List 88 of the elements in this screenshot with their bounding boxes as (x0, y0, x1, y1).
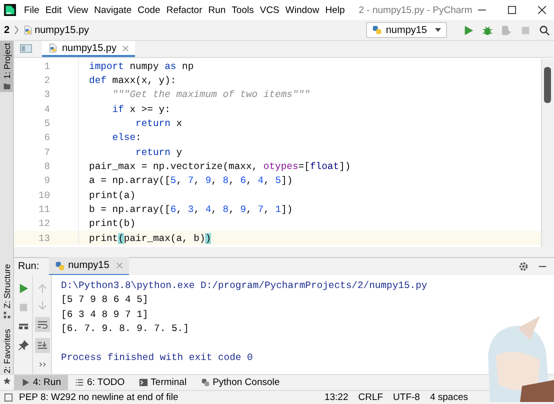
console-line: [5 7 9 8 6 4 5] (61, 293, 150, 308)
search-icon[interactable] (539, 24, 550, 36)
console-line: [6. 7. 9. 8. 9. 7. 5.] (61, 322, 190, 336)
tool-window-tab[interactable]: 6: TODO (68, 375, 132, 390)
python-console-icon (200, 378, 210, 387)
python-file-icon (48, 43, 58, 53)
menu-item[interactable]: Tools (232, 4, 254, 16)
menu-item[interactable]: Edit (45, 4, 62, 16)
terminal-icon (138, 378, 148, 387)
maximize-icon[interactable] (508, 6, 516, 14)
line-number: 1 (43, 60, 51, 72)
code-line: print(b) (89, 218, 136, 230)
menu-item[interactable]: Window (285, 4, 320, 16)
code-line: if x >= y: (111, 104, 170, 115)
run-config-dropdown[interactable]: numpy15 (366, 22, 447, 38)
bug-icon[interactable] (482, 24, 493, 36)
line-number: 9 (43, 175, 51, 186)
menu-item[interactable]: View (68, 4, 88, 16)
code-line: a = np.array([5, 7, 9, 8, 6, 4, 5]) (89, 175, 293, 186)
run-tab[interactable]: numpy15 (49, 257, 130, 276)
code-line: """Get the maximum of two items""" (111, 89, 310, 100)
editor-tab[interactable]: numpy15.py (42, 41, 136, 57)
line-number: 3 (43, 89, 51, 100)
line-number: 5 (43, 118, 51, 130)
list-icon (75, 378, 84, 387)
tool-window-tab[interactable]: 1: Project (0, 41, 13, 92)
structure-icon (2, 311, 10, 320)
menu-item[interactable]: VCS (260, 4, 280, 16)
close-icon[interactable] (538, 6, 546, 14)
run-icon[interactable] (463, 24, 474, 36)
line-number: 7 (43, 146, 51, 158)
status-message: PEP 8: W292 no newline at end of file (19, 392, 178, 403)
pin-icon[interactable] (18, 340, 28, 351)
app-logo-icon (4, 4, 16, 16)
line-number: 12 (37, 218, 51, 230)
line-number: 11 (37, 204, 51, 216)
code-line: print(pair_max(a, b)) (89, 232, 212, 244)
status-item[interactable]: CRLF (358, 392, 384, 403)
console-line: Process finished with exit code 0 (61, 350, 254, 365)
line-number: 8 (43, 161, 51, 172)
layout-icon[interactable] (18, 321, 28, 332)
python-icon (372, 25, 382, 35)
caret-icon (435, 28, 441, 32)
code-line: return y (134, 146, 182, 158)
tool-window-tab[interactable]: 2: Favorites (0, 327, 13, 387)
code-line: b = np.array([6, 3, 4, 8, 9, 7, 1]) (89, 204, 293, 216)
tool-window-tab[interactable]: 4: Run (14, 375, 68, 390)
code-line: pair_max = np.vectorize(maxx, otypes=[float]) (89, 161, 351, 172)
line-number: 6 (43, 132, 51, 144)
panel-toggle-icon[interactable] (4, 393, 13, 402)
menu-item[interactable]: Run (208, 4, 226, 16)
line-number: 10 (37, 190, 51, 201)
python-icon (55, 260, 66, 270)
python-file-icon (22, 25, 33, 35)
status-item[interactable]: UTF-8 (393, 392, 420, 403)
run-icon (21, 378, 30, 387)
code-line: else: (111, 132, 142, 144)
tool-window-tab[interactable]: Z: Structure (0, 262, 13, 322)
menu-item[interactable]: Navigate (94, 4, 132, 16)
panel-label: Run: (18, 261, 40, 272)
chevron-icon (14, 25, 19, 35)
window-title: 2 - numpy15.py - PyCharm (358, 4, 472, 16)
status-item[interactable]: 4 spaces (430, 392, 468, 403)
status-item[interactable]: 13:22 (324, 392, 348, 403)
tool-window-tab[interactable]: Python Console (194, 375, 287, 390)
star-icon (2, 376, 10, 385)
soft-wrap-icon[interactable] (34, 317, 50, 332)
console-line: D:\Python3.8\python.exe D:/program/PycharmProjects/2/numpy15.py (61, 279, 428, 293)
scrollbar[interactable] (541, 59, 554, 247)
breadcrumb[interactable]: 2 (4, 24, 10, 36)
menu-item[interactable]: Code (138, 4, 160, 16)
console-line: [6 3 4 8 9 7 1] (61, 308, 150, 322)
code-line: def maxx(x, y): (89, 75, 176, 86)
menu-item[interactable]: Refactor (166, 4, 202, 16)
line-number: 13 (37, 232, 51, 244)
code-line: print(a) (89, 190, 136, 201)
code-line: return x (134, 118, 182, 130)
folder-icon (2, 82, 10, 90)
settings-icon[interactable] (518, 261, 529, 272)
line-number: 4 (43, 104, 51, 115)
menu-item[interactable]: Help (325, 4, 345, 16)
scroll-to-end-icon[interactable] (34, 338, 50, 353)
code-line: import numpy as np (89, 60, 194, 72)
menu-item[interactable]: File (24, 4, 40, 16)
run-icon[interactable] (18, 283, 28, 294)
breadcrumb[interactable]: numpy15.py (34, 24, 90, 36)
tool-window-tab[interactable]: Terminal (132, 375, 194, 390)
line-number: 2 (43, 75, 51, 86)
